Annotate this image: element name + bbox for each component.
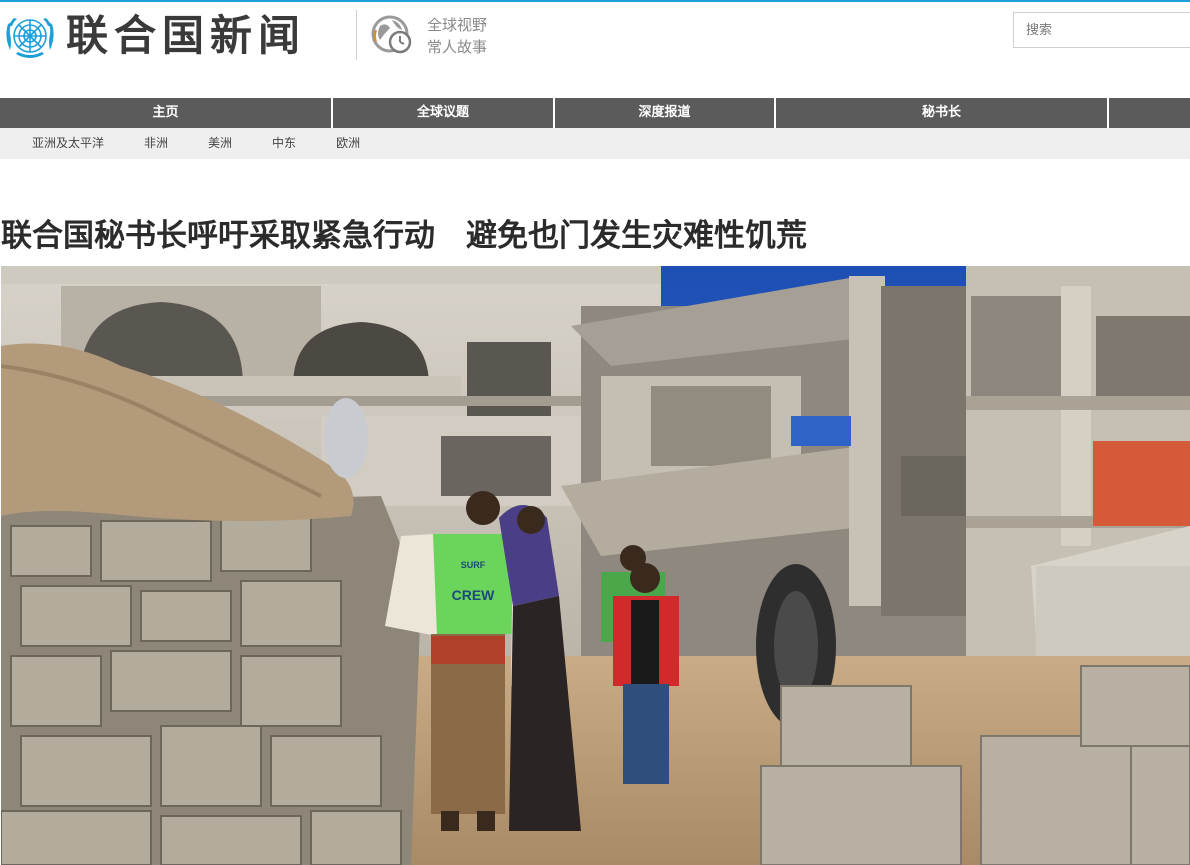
article-hero-image[interactable]: SURF CREW [1,266,1190,865]
shirt-text-top: SURF [461,560,486,570]
site-title[interactable]: 联合国新闻 [66,10,306,62]
header-divider [356,10,357,60]
region-link-americas[interactable]: 美洲 [188,128,252,159]
nav-item-secretary-general[interactable]: 秘书长 [776,98,1109,128]
nav-item-in-depth[interactable]: 深度报道 [555,98,776,128]
tagline-line-1: 全球视野 [427,16,488,34]
main-nav: 主页 全球议题 深度报道 秘书长 [0,98,1190,128]
nav-item-more[interactable] [1109,98,1190,128]
site-header: 联合国新闻 全球视野 常人故事 [0,2,1190,98]
article-title: 联合国秘书长呼吁采取紧急行动 避免也门发生灾难性饥荒 [1,218,807,254]
search-input[interactable] [1013,12,1190,48]
nav-item-global-issues[interactable]: 全球议题 [333,98,555,128]
site-tagline: 全球视野 常人故事 [427,14,487,58]
region-link-asia-pacific[interactable]: 亚洲及太平洋 [12,128,124,159]
nav-item-home[interactable]: 主页 [0,98,333,128]
region-sub-nav: 亚洲及太平洋 非洲 美洲 中东 欧洲 [0,128,1190,159]
region-link-africa[interactable]: 非洲 [124,128,188,159]
hero-photo-illustration: SURF CREW [1,266,1190,865]
un-emblem-logo[interactable] [2,10,58,62]
region-link-europe[interactable]: 欧洲 [316,128,380,159]
shirt-text-bottom: CREW [452,587,496,603]
tagline-line-2: 常人故事 [427,38,488,56]
region-link-middle-east[interactable]: 中东 [252,128,316,159]
globe-clock-icon [371,15,412,54]
